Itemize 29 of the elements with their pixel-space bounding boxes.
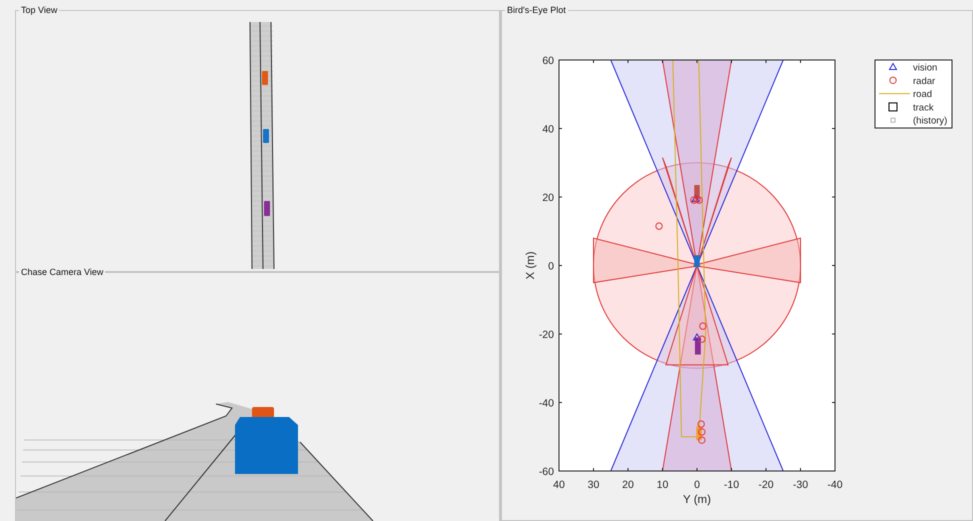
legend-label: vision <box>913 62 938 74</box>
x-tick-label: -10 <box>724 479 740 491</box>
panel-title: Top View <box>19 4 60 16</box>
legend-label: (history) <box>913 116 948 127</box>
x-axis-title: Y (m) <box>683 494 711 506</box>
track-marker <box>696 426 702 440</box>
y-tick-label: -60 <box>538 466 554 478</box>
x-tick-label: -40 <box>827 479 843 491</box>
legend-label: road <box>913 89 932 100</box>
x-tick-label: 40 <box>553 479 565 491</box>
y-tick-label: -40 <box>538 398 554 410</box>
ego-vehicle-marker <box>694 255 700 268</box>
y-tick-label: -20 <box>538 329 554 341</box>
x-tick-label: -30 <box>792 479 808 491</box>
y-axis-title: X (m) <box>525 251 537 280</box>
x-tick-label: 30 <box>588 479 600 491</box>
x-tick-label: -20 <box>758 479 774 491</box>
legend-label: radar <box>913 76 936 87</box>
y-tick-label: 40 <box>542 124 554 136</box>
legend-label: track <box>913 102 934 114</box>
panel-title: Bird's-Eye Plot <box>505 4 568 16</box>
x-tick-label: 20 <box>622 479 634 491</box>
x-tick-label: 10 <box>656 479 668 491</box>
y-tick-label: 0 <box>548 260 554 272</box>
panel-title: Chase Camera View <box>19 266 106 278</box>
track-marker <box>694 185 700 199</box>
x-tick-label: 0 <box>694 479 700 491</box>
y-tick-label: 20 <box>542 192 554 204</box>
y-tick-label: 60 <box>542 55 554 67</box>
